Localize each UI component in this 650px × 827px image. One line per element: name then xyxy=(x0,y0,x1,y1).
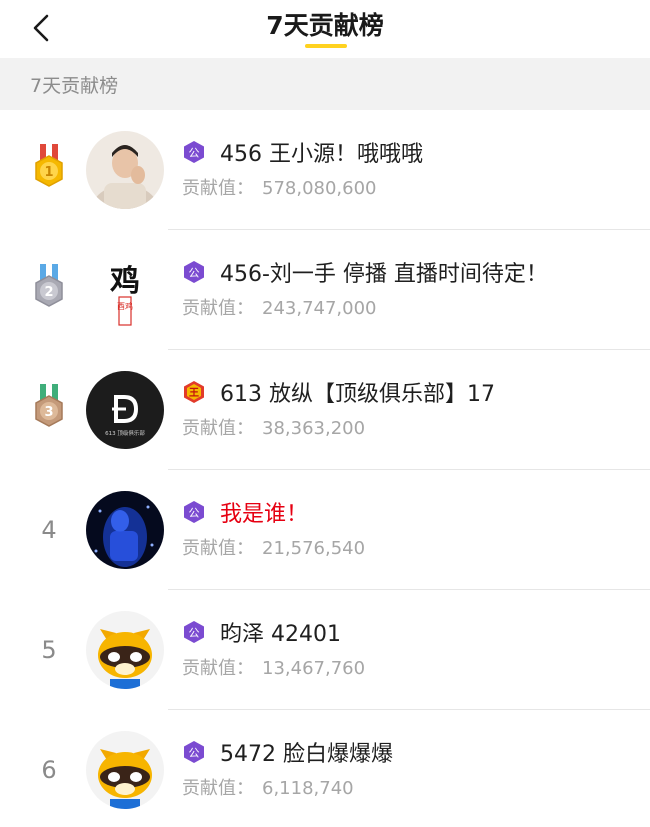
value-label: 贡献值： xyxy=(182,298,254,319)
level-badge-icon: 公 xyxy=(184,141,204,163)
value-number: 21,576,540 xyxy=(262,538,366,559)
rank-indicator: 6 xyxy=(28,710,70,827)
badge-label: 公 xyxy=(189,747,200,760)
medal-rank-1: 1 xyxy=(44,165,53,180)
level-badge-icon: 王 xyxy=(184,381,204,403)
section-header: 7天贡献榜 xyxy=(0,58,650,110)
rank-indicator: 1 xyxy=(28,110,70,230)
item-info: 公 昀泽 42401 贡献值： 13,467,760 xyxy=(182,614,640,680)
contribution-value: 贡献值： 243,747,000 xyxy=(182,294,640,320)
list-item[interactable]: 6 公 5472 脸白爆爆爆 贡献值： 6,118,740 xyxy=(0,710,650,827)
avatar-calligraphy: 鸡 xyxy=(110,264,140,299)
value-number: 6,118,740 xyxy=(262,778,354,799)
user-name[interactable]: 456 王小源！哦哦哦 xyxy=(220,136,423,168)
user-name[interactable]: 613 放纵【顶级俱乐部】17 xyxy=(220,376,495,408)
contribution-value: 贡献值： 6,118,740 xyxy=(182,774,640,800)
list-item[interactable]: 4 公 我是谁！ 贡献值： 21,576,540 xyxy=(0,470,650,590)
value-number: 13,467,760 xyxy=(262,658,366,679)
badge-label: 公 xyxy=(189,627,200,640)
item-info: 公 456-刘一手 停播 直播时间待定！ 贡献值： 243,747,000 xyxy=(182,254,640,320)
rank-number: 6 xyxy=(41,756,57,784)
page-title: 7天贡献榜 xyxy=(266,11,384,40)
avatar[interactable] xyxy=(86,131,164,209)
badge-label: 公 xyxy=(189,147,200,160)
top-bar: 7天贡献榜 xyxy=(0,0,650,58)
medal-rank-2: 2 xyxy=(44,285,53,300)
level-badge-icon: 公 xyxy=(184,501,204,523)
rank-indicator: 2 xyxy=(28,230,70,350)
item-info: 公 456 王小源！哦哦哦 贡献值： 578,080,600 xyxy=(182,134,640,200)
contribution-value: 贡献值： 578,080,600 xyxy=(182,174,640,200)
rank-number: 4 xyxy=(41,516,57,544)
value-label: 贡献值： xyxy=(182,778,254,799)
rank-indicator: 3 xyxy=(28,350,70,470)
value-label: 贡献值： xyxy=(182,418,254,439)
rank-indicator: 5 xyxy=(28,590,70,710)
badge-label: 公 xyxy=(189,267,200,280)
level-badge-icon: 公 xyxy=(184,621,204,643)
item-info: 公 5472 脸白爆爆爆 贡献值： 6,118,740 xyxy=(182,734,640,800)
user-name[interactable]: 456-刘一手 停播 直播时间待定！ xyxy=(220,256,548,288)
avatar[interactable] xyxy=(86,611,164,689)
active-title-indicator xyxy=(305,44,347,48)
value-number: 243,747,000 xyxy=(262,298,377,319)
value-label: 贡献值： xyxy=(182,178,254,199)
avatar[interactable]: 613 顶级俱乐部 xyxy=(86,371,164,449)
value-label: 贡献值： xyxy=(182,538,254,559)
contribution-value: 贡献值： 38,363,200 xyxy=(182,414,640,440)
avatar[interactable]: 鸡 酉鸡 xyxy=(86,251,164,329)
level-badge-icon: 公 xyxy=(184,261,204,283)
avatar[interactable] xyxy=(86,491,164,569)
rank-indicator: 4 xyxy=(28,470,70,590)
user-name[interactable]: 昀泽 42401 xyxy=(220,616,341,648)
avatar-caption: 613 顶级俱乐部 xyxy=(105,429,145,437)
user-name[interactable]: 我是谁！ xyxy=(220,496,308,528)
medal-rank-3: 3 xyxy=(44,405,53,420)
item-info: 王 613 放纵【顶级俱乐部】17 贡献值： 38,363,200 xyxy=(182,374,640,440)
contribution-value: 贡献值： 21,576,540 xyxy=(182,534,640,560)
silver-medal-icon: 2 xyxy=(35,264,63,307)
user-name[interactable]: 5472 脸白爆爆爆 xyxy=(220,736,393,768)
list-item[interactable]: 1 公 456 王小源！哦哦哦 贡献值： 578,080,600 xyxy=(0,110,650,230)
list-item[interactable]: 2 鸡 酉鸡 公 456-刘一手 停播 直播时间待定！ 贡献值： 243,747,… xyxy=(0,230,650,350)
gold-medal-icon: 1 xyxy=(35,144,63,187)
avatar-seal: 酉鸡 xyxy=(117,301,133,311)
value-label: 贡献值： xyxy=(182,658,254,679)
ranking-list: 1 公 456 王小源！哦哦哦 贡献值： 578,080,600 2 鸡 酉鸡 … xyxy=(0,110,650,827)
item-info: 公 我是谁！ 贡献值： 21,576,540 xyxy=(182,494,640,560)
level-badge-icon: 公 xyxy=(184,741,204,763)
badge-label: 王 xyxy=(189,387,199,399)
rank-number: 5 xyxy=(41,636,57,664)
list-item[interactable]: 5 公 昀泽 42401 贡献值： 13,467,760 xyxy=(0,590,650,710)
contribution-value: 贡献值： 13,467,760 xyxy=(182,654,640,680)
badge-label: 公 xyxy=(189,507,200,520)
list-item[interactable]: 3 613 顶级俱乐部 王 613 放纵【顶级俱乐部】17 贡献值： 38,36… xyxy=(0,350,650,470)
avatar[interactable] xyxy=(86,731,164,809)
value-number: 38,363,200 xyxy=(262,418,366,439)
bronze-medal-icon: 3 xyxy=(35,384,63,427)
value-number: 578,080,600 xyxy=(262,178,377,199)
